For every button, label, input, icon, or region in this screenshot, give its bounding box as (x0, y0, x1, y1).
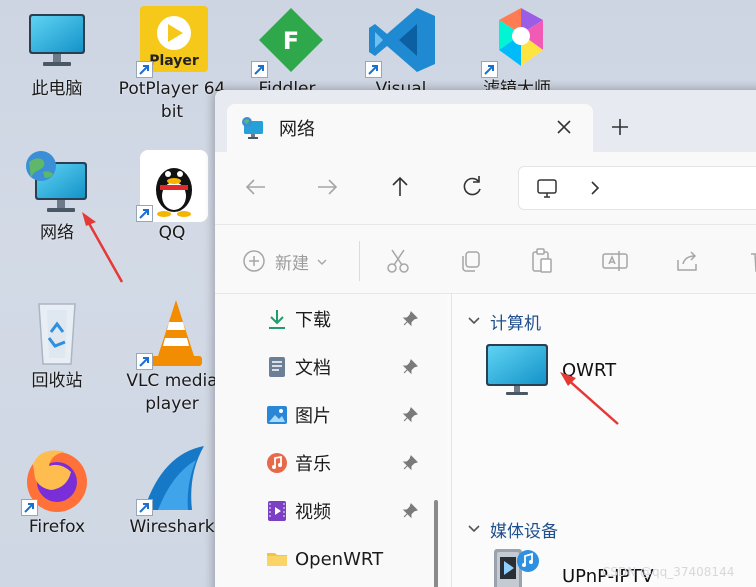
qq-penguin-icon (136, 150, 208, 222)
music-icon (265, 451, 289, 475)
desktop-icon-label: Wireshark (129, 517, 215, 537)
document-icon (265, 355, 289, 379)
shortcut-arrow-icon (21, 499, 38, 516)
cut-scissors-icon[interactable] (383, 246, 413, 276)
vlc-cone-icon (136, 298, 208, 370)
desktop-icon-label: QQ (158, 223, 186, 243)
download-icon (265, 307, 289, 331)
monitor-icon (21, 6, 93, 78)
chevron-down-icon (466, 313, 482, 329)
pictures-icon (265, 403, 289, 427)
address-bar[interactable] (518, 166, 756, 210)
desktop-icon-recycle-bin[interactable]: 回收站 (2, 298, 112, 393)
desktop-icon-filter-master[interactable]: 滤镜大师 (462, 6, 572, 101)
pin-icon[interactable] (401, 358, 419, 376)
recycle-bin-icon (21, 298, 93, 370)
sidebar-item-label: 下载 (295, 310, 331, 331)
forward-arrow-icon[interactable] (310, 170, 344, 204)
back-arrow-icon[interactable] (239, 170, 273, 204)
desktop-icon-wireshark[interactable]: Wireshark (117, 444, 227, 539)
network-item-qwrt[interactable]: QWRT (484, 338, 616, 402)
group-header-media-devices[interactable]: 媒体设备 (466, 516, 558, 542)
network-globe-icon (21, 150, 93, 222)
chevron-down-icon (315, 254, 329, 268)
desktop-icon-firefox[interactable]: Firefox (2, 444, 112, 539)
chevron-right-icon[interactable] (585, 178, 605, 198)
paste-clipboard-icon[interactable] (527, 246, 557, 276)
desktop-icon-this-pc[interactable]: 此电脑 (2, 6, 112, 101)
plus-circle-icon (241, 248, 267, 274)
computer-location-icon (535, 176, 559, 200)
vscode-icon (365, 6, 437, 78)
new-tab-plus-icon[interactable] (607, 114, 633, 140)
navigation-bar (215, 152, 756, 224)
shortcut-arrow-icon (136, 499, 153, 516)
sidebar-item-label: 视频 (295, 502, 331, 523)
shortcut-arrow-icon (136, 205, 153, 222)
toolbar-divider (359, 241, 360, 281)
desktop-icon-label: 回收站 (31, 371, 83, 391)
tab-title: 网络 (279, 119, 315, 140)
desktop-icon-label: VLC media player (126, 371, 218, 414)
tab-network[interactable]: 网络 (227, 104, 593, 152)
rename-icon[interactable] (600, 246, 630, 276)
desktop-icon-label: 此电脑 (31, 79, 83, 99)
network-monitor-icon (241, 116, 265, 140)
sidebar-item-label: 图片 (295, 406, 331, 427)
desktop-icon-vlc[interactable]: VLC media player (117, 298, 227, 416)
desktop-icon-fiddler[interactable]: F Fiddler (232, 6, 342, 101)
command-bar: 新建 (215, 224, 756, 294)
copy-icon[interactable] (456, 246, 486, 276)
sidebar-item-openwrt[interactable]: OpenWRT (265, 542, 425, 576)
desktop-icon-potplayer[interactable]: Player PotPlayer 64 bit (117, 6, 227, 124)
share-icon[interactable] (673, 246, 703, 276)
desktop-icon-network[interactable]: 网络 (2, 150, 112, 245)
close-icon[interactable] (553, 116, 575, 138)
desktop-icon-label: PotPlayer 64 bit (118, 79, 226, 122)
shortcut-arrow-icon (136, 353, 153, 370)
computer-icon (484, 340, 550, 400)
chevron-down-icon (466, 521, 482, 537)
group-header-computer[interactable]: 计算机 (466, 308, 541, 334)
delete-trash-icon[interactable] (745, 246, 756, 276)
sidebar-scrollbar[interactable] (434, 500, 438, 587)
shortcut-arrow-icon (251, 61, 268, 78)
folder-icon (265, 547, 289, 571)
explorer-window: 网络 新建 下载 文档 图片 音乐 视频 OpenWRT 计算机 QWRT 媒体… (215, 90, 756, 587)
navigation-pane: 下载 文档 图片 音乐 视频 OpenWRT (215, 294, 447, 587)
pin-icon[interactable] (401, 454, 419, 472)
refresh-icon[interactable] (455, 170, 489, 204)
pin-icon[interactable] (401, 502, 419, 520)
potplayer-icon: Player (136, 6, 208, 78)
video-icon (265, 499, 289, 523)
fiddler-icon: F (251, 6, 323, 78)
wireshark-fin-icon (136, 444, 208, 516)
firefox-icon (21, 444, 93, 516)
group-header-label: 媒体设备 (490, 521, 558, 542)
media-device-icon (484, 543, 550, 587)
new-button[interactable]: 新建 (241, 247, 329, 275)
pin-icon[interactable] (401, 406, 419, 424)
desktop-icon-qq[interactable]: QQ (117, 150, 227, 245)
shortcut-arrow-icon (365, 61, 382, 78)
desktop-icon-vscode[interactable]: Visual (346, 6, 456, 101)
potplayer-logo-text: Player (149, 53, 199, 69)
shortcut-arrow-icon (481, 61, 498, 78)
network-item-label: QWRT (562, 359, 617, 381)
fiddler-logo-text: F (283, 27, 299, 55)
shortcut-arrow-icon (136, 61, 153, 78)
content-pane: 计算机 QWRT 媒体设备 UPnP-IPTV (452, 294, 756, 587)
sidebar-item-label: OpenWRT (295, 548, 384, 570)
watermark-text: CSDN @qq_37408144 (602, 565, 735, 579)
sidebar-item-label: 文档 (295, 358, 331, 379)
sidebar-item-label: 音乐 (295, 454, 331, 475)
pin-icon[interactable] (401, 310, 419, 328)
desktop-icon-label: 网络 (40, 223, 74, 243)
colorful-app-icon (481, 6, 553, 78)
new-button-label: 新建 (275, 253, 309, 274)
desktop-icon-label: Firefox (28, 517, 86, 537)
up-arrow-icon[interactable] (383, 170, 417, 204)
group-header-label: 计算机 (490, 313, 541, 334)
